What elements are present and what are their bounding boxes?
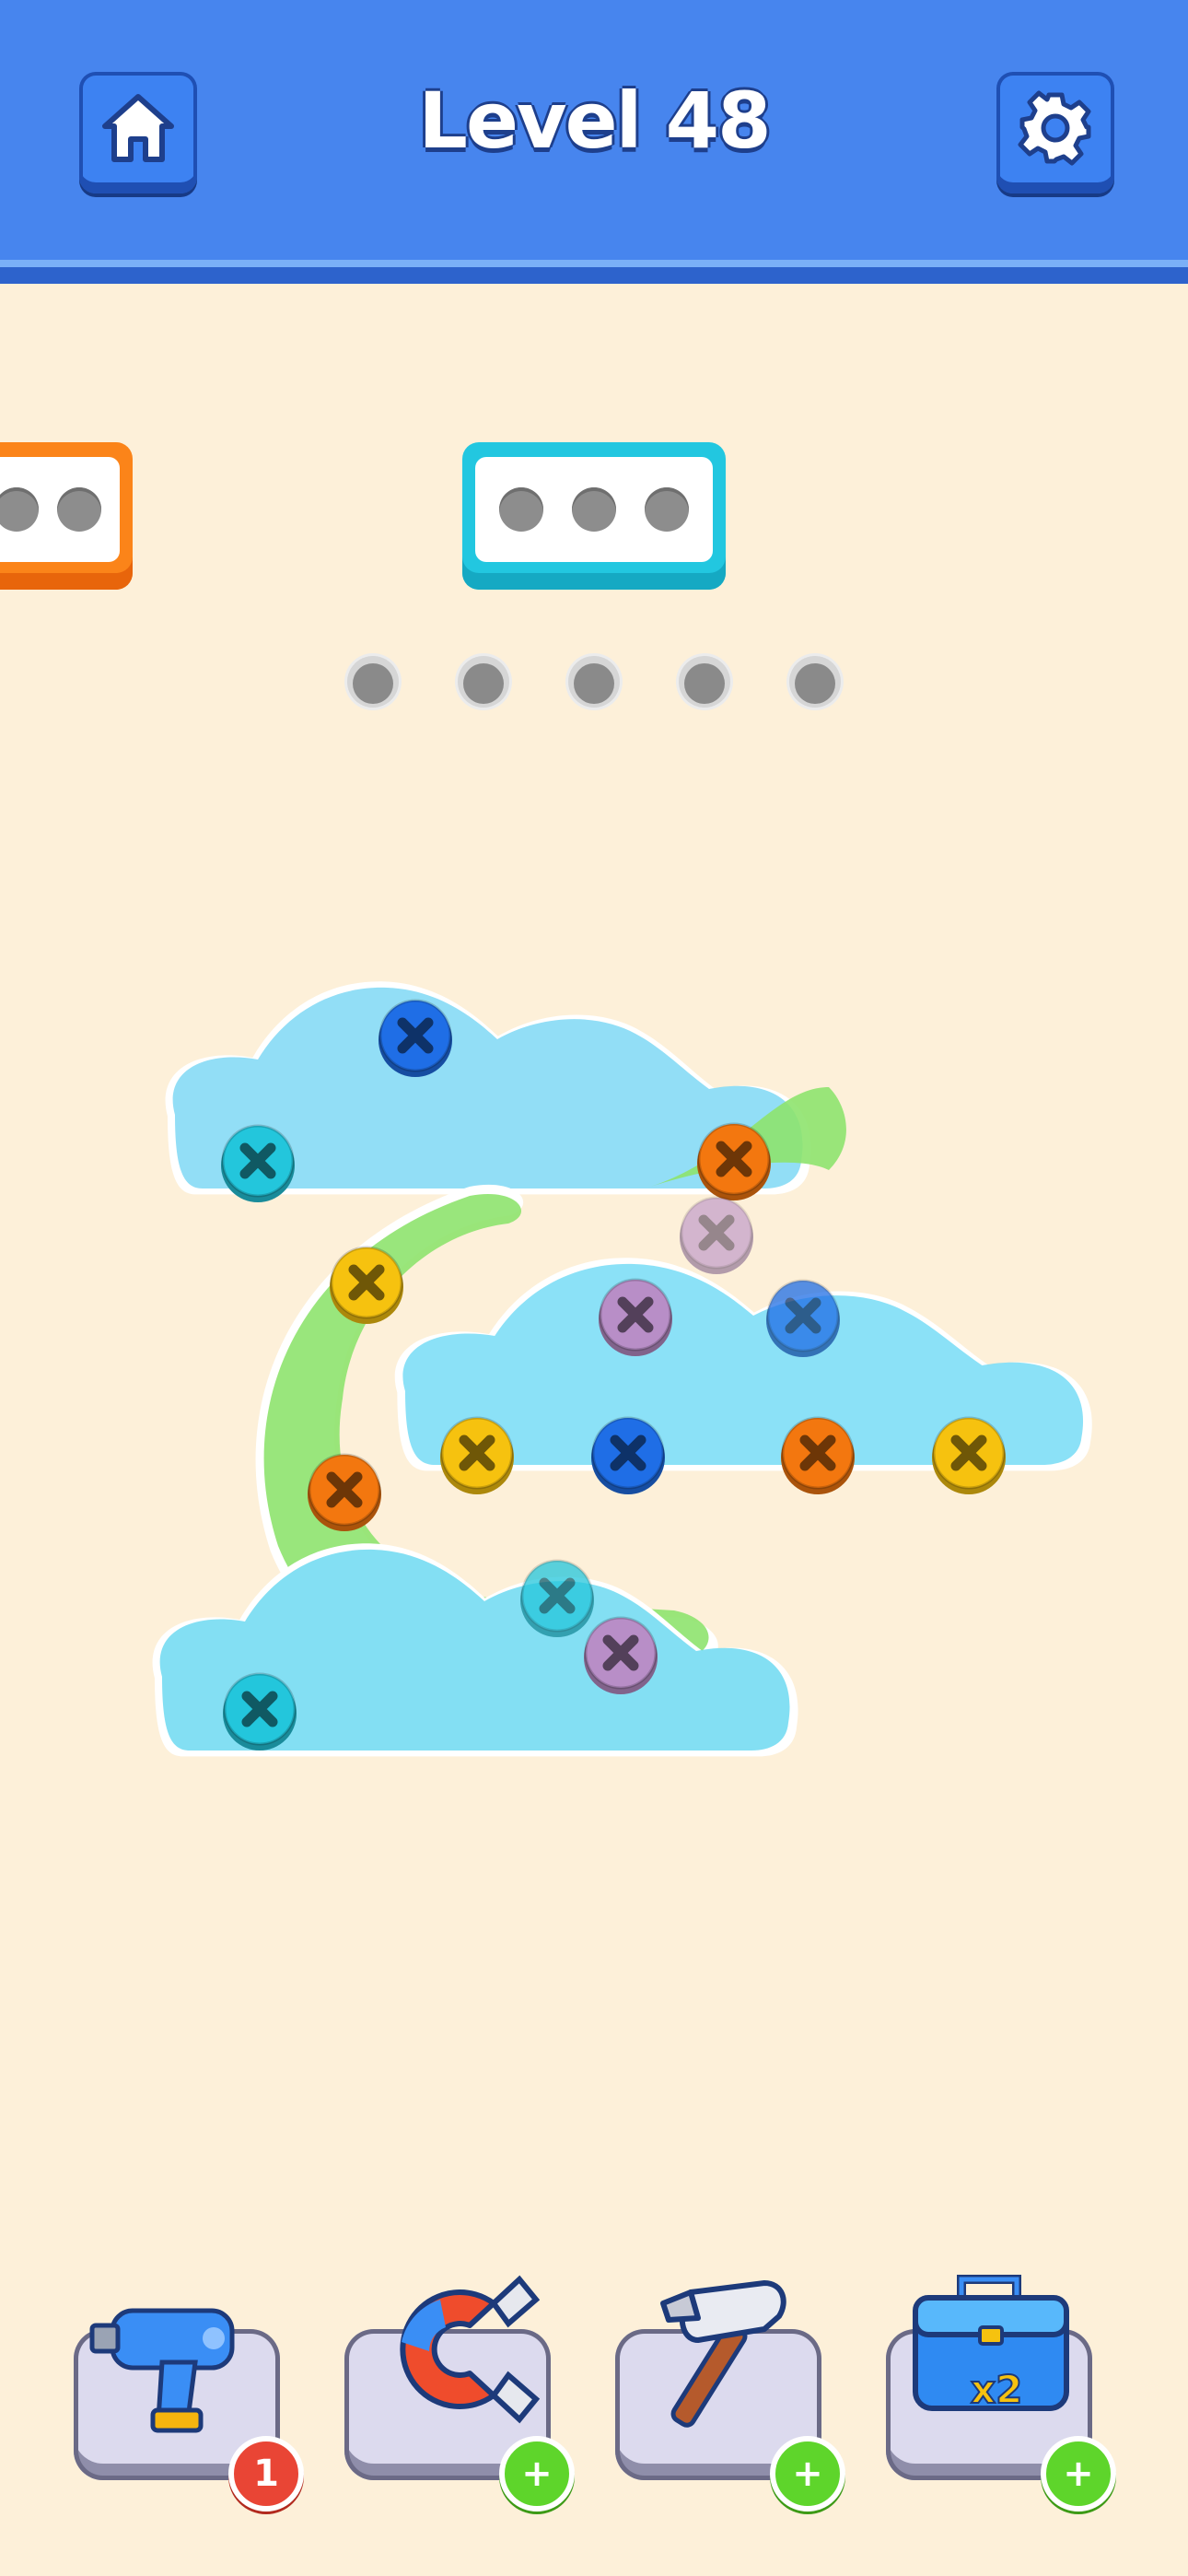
orange-screw[interactable] [781,1416,855,1494]
purple-screw[interactable] [599,1278,672,1356]
blue-screw[interactable] [766,1279,840,1357]
drill-icon [89,2308,235,2433]
toolbox-multiplier: x2 [971,2367,1022,2412]
blue-screw[interactable] [379,999,452,1077]
hammer-add-badge[interactable]: + [770,2436,845,2512]
blue-screw[interactable] [591,1416,665,1494]
puzzle-board [152,981,1092,1757]
hammer-tool-button[interactable]: + [615,2280,845,2512]
toolbox-tool-button[interactable]: x2 + [886,2275,1116,2512]
cyan-screw[interactable] [520,1559,594,1637]
toolbox-icon: x2 [913,2275,1069,2413]
drill-tool-button[interactable]: 1 [74,2308,304,2512]
drill-count-badge: 1 [228,2436,304,2512]
purple-screw[interactable] [680,1196,753,1274]
orange-screw[interactable] [308,1453,381,1531]
yellow-screw[interactable] [330,1246,403,1324]
cyan-screw[interactable] [221,1124,295,1202]
hammer-icon [660,2280,786,2428]
cyan-screw[interactable] [223,1672,297,1751]
magnet-add-badge[interactable]: + [499,2436,575,2512]
toolbox-add-badge[interactable]: + [1041,2436,1116,2512]
magnet-icon [400,2275,540,2424]
orange-screw[interactable] [697,1122,771,1200]
yellow-screw[interactable] [932,1416,1006,1494]
yellow-screw[interactable] [440,1416,514,1494]
purple-screw[interactable] [584,1616,658,1694]
magnet-tool-button[interactable]: + [344,2275,575,2512]
